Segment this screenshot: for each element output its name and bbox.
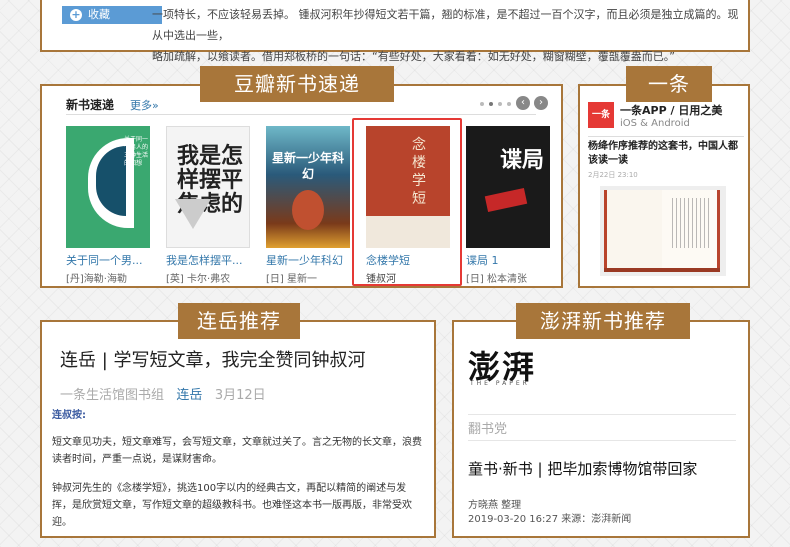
book-item[interactable]: 关于同一个男人的三种生活的回想 关于同一个男... [丹]海勒·海勒 [66, 126, 150, 285]
book-title[interactable]: 关于同一个男... [66, 252, 150, 268]
intro-line-1: 一项特长，不应该轻易丢掉。 锺叔河积年抄得短文若干篇，翘的标准，是不超过一百个汉… [152, 8, 739, 42]
cover-text: 星新一少年科幻 [272, 151, 345, 181]
yitiao-panel: 一条 一条APP / 日用之美 iOS & Android 杨绛作序推荐的这套书… [578, 84, 750, 288]
book-cover[interactable]: 关于同一个男人的三种生活的回想 [66, 126, 150, 248]
lianyue-tag: 连岳推荐 [178, 303, 300, 339]
intro-text: 一项特长，不应该轻易丢掉。 锺叔河积年抄得短文若干篇，翘的标准，是不超过一百个汉… [152, 4, 742, 67]
douban-tag: 豆瓣新书速递 [200, 66, 394, 102]
paragraph-1: 短文章见功夫，短文章难写，会写短文章，文章就过关了。言之无物的长文章，浪费读者时… [52, 437, 422, 465]
yitiao-tag: 一条 [626, 66, 712, 102]
article-source: 一条生活馆图书组 [60, 388, 165, 403]
article-date: 3月12日 [214, 388, 266, 403]
favorite-label: 收藏 [88, 8, 110, 21]
book-author: [英] 卡尔·弗农 [166, 274, 231, 285]
yitiao-logo: 一条 [588, 102, 614, 128]
cover-text: 关于同一个男人的三种生活的回想 [124, 136, 149, 167]
book-author: [日] 星新一 [266, 274, 317, 285]
cover-text: 谍局 [500, 148, 545, 173]
book-title[interactable]: 星新一少年科幻 [266, 252, 350, 268]
lianyue-panel: 连岳 | 学写短文章，我完全赞同钟叔河 一条生活馆图书组 连岳 3月12日 连叔… [40, 320, 436, 538]
pengpai-logo-sub: THE PAPER [470, 380, 530, 387]
plus-icon: + [70, 8, 82, 21]
article-title[interactable]: 连岳 | 学写短文章，我完全赞同钟叔河 [60, 346, 366, 372]
book-item[interactable]: 谍局 谍局 1 [日] 松本清张 [466, 126, 550, 285]
book-item[interactable]: 星新一少年科幻 星新一少年科幻 [日] 星新一 [266, 126, 350, 285]
favorite-button[interactable]: + 收藏 [62, 6, 162, 24]
article-title[interactable]: 童书·新书 | 把毕加索博物馆带回家 [468, 458, 697, 479]
divider [66, 114, 536, 115]
douban-panel: 新书速递 更多» ‹ › 关于同一个男人的三种生活的回想 关于同一个男... [… [40, 84, 563, 288]
app-name: 一条APP / 日用之美 [620, 104, 723, 117]
yitiao-date: 2月22日 23:10 [588, 171, 638, 179]
book-cover[interactable]: 星新一少年科幻 [266, 126, 350, 248]
book-cover[interactable]: 我是怎样摆平焦虑的 [166, 126, 250, 248]
note-label: 连叔按: [52, 410, 86, 421]
paragraph-2: 钟叔河先生的《念楼学短》，挑选100字以内的经典古文，再配以精简的阐述与发挥，是… [52, 483, 412, 528]
highlight-box [352, 118, 462, 286]
book-author: [日] 松本清张 [466, 274, 527, 285]
article-meta: 2019-03-20 16:27 来源：澎湃新闻 [468, 514, 632, 525]
article-author: 方晓燕 整理 [468, 500, 522, 511]
book-author: [丹]海勒·海勒 [66, 274, 127, 285]
channel-label[interactable]: 翻书党 [468, 418, 507, 437]
book-cover[interactable]: 谍局 [466, 126, 550, 248]
section-header: 新书速递 [66, 98, 115, 112]
next-arrow-icon[interactable]: › [534, 96, 548, 110]
prev-arrow-icon[interactable]: ‹ [516, 96, 530, 110]
app-platforms: iOS & Android [620, 118, 690, 129]
book-title[interactable]: 谍局 1 [466, 252, 550, 268]
intro-line-2: 略加疏解，以飨读者。借用郑板桥的一句话：“有些好处，大家看着：如无好处，糊窗糊壁… [152, 50, 675, 63]
carousel-dots[interactable] [480, 102, 511, 106]
article-author[interactable]: 连岳 [176, 388, 202, 403]
pengpai-tag: 澎湃新书推荐 [516, 303, 690, 339]
top-article-panel: + 收藏 一项特长，不应该轻易丢掉。 锺叔河积年抄得短文若干篇，翘的标准，是不超… [40, 0, 750, 63]
article-meta: 一条生活馆图书组 连岳 3月12日 [60, 384, 266, 403]
more-link[interactable]: 更多» [130, 97, 159, 113]
pengpai-panel: 澎湃 THE PAPER 翻书党 童书·新书 | 把毕加索博物馆带回家 方晓燕 … [452, 320, 750, 538]
book-title[interactable]: 我是怎样摆平... [166, 252, 250, 268]
book-photo [600, 186, 726, 276]
book-item[interactable]: 我是怎样摆平焦虑的 我是怎样摆平... [英] 卡尔·弗农 [166, 126, 250, 285]
yitiao-headline[interactable]: 杨绛作序推荐的这套书，中国人都该读一读 [588, 140, 746, 168]
